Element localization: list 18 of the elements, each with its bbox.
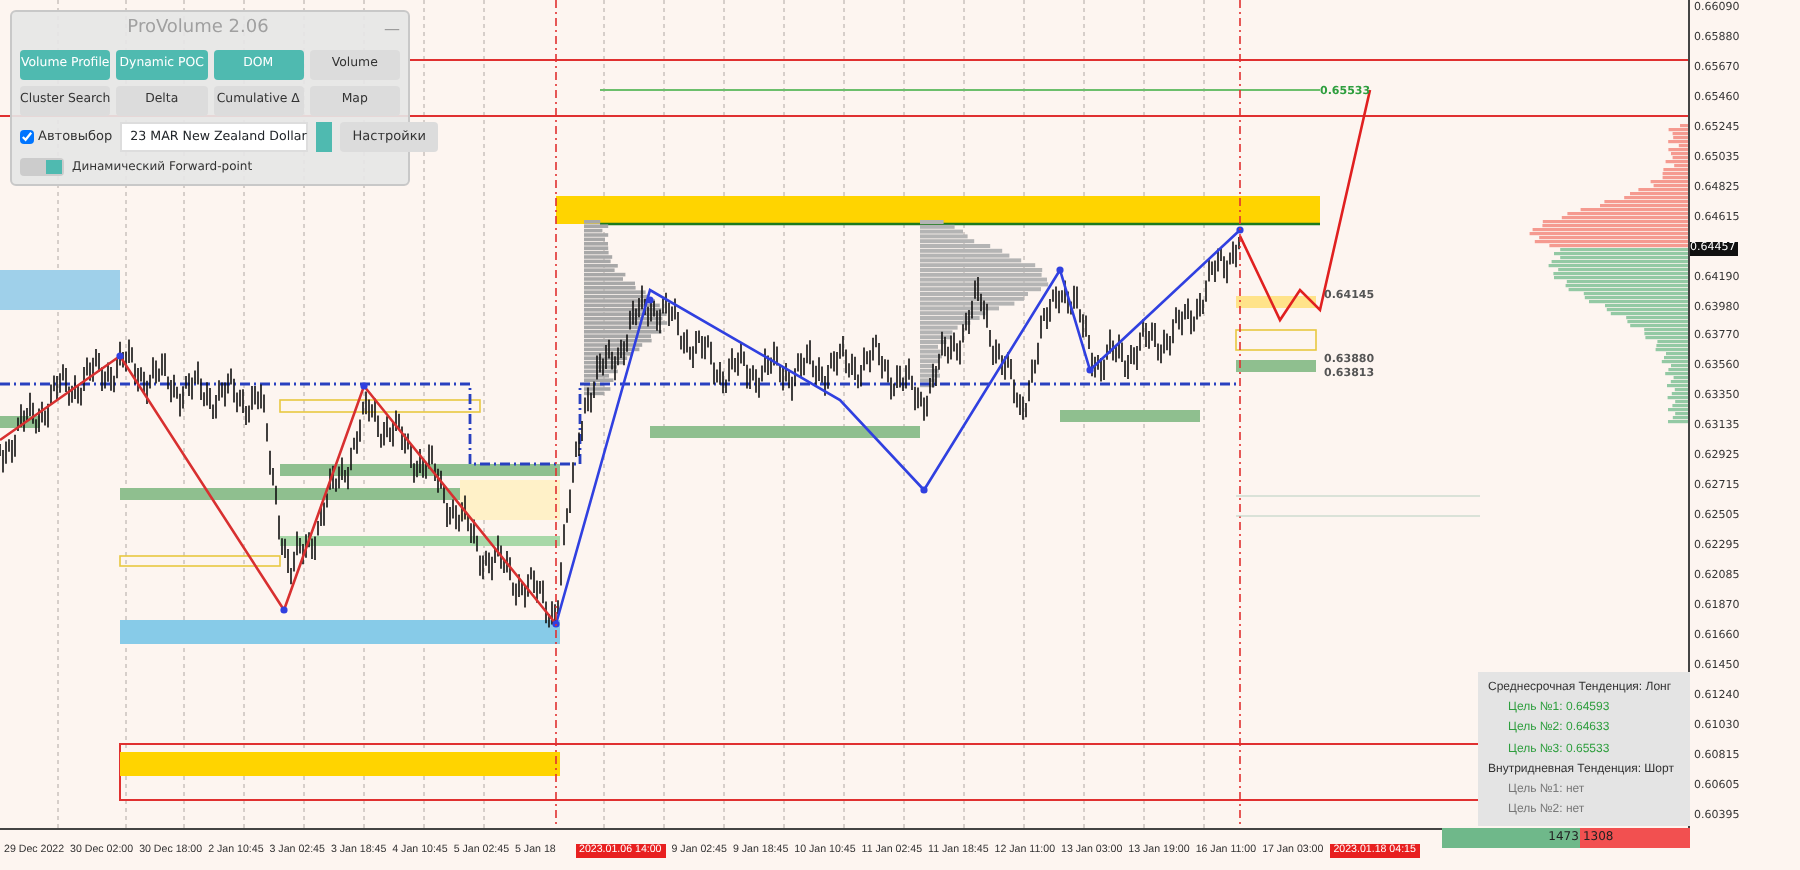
pivot-point xyxy=(116,352,124,360)
pivot-point xyxy=(920,486,928,494)
price-zone xyxy=(1060,410,1200,422)
price-zone xyxy=(1235,329,1317,351)
price-zone xyxy=(460,480,560,520)
pivot-point xyxy=(1086,366,1094,374)
panel-title: ProVolume 2.06 xyxy=(125,16,271,42)
pivot-point xyxy=(280,606,288,614)
pivot-point xyxy=(1236,226,1244,234)
toggle-switch[interactable] xyxy=(20,158,64,177)
pivot-point xyxy=(1056,266,1064,274)
price-zone xyxy=(1236,360,1316,372)
pivot-point xyxy=(552,620,560,628)
spinner-control[interactable] xyxy=(316,121,333,152)
pivot-point xyxy=(360,382,368,390)
autoselect-checkbox[interactable] xyxy=(20,129,34,144)
price-zone xyxy=(0,270,120,310)
pivot-point xyxy=(646,296,654,304)
